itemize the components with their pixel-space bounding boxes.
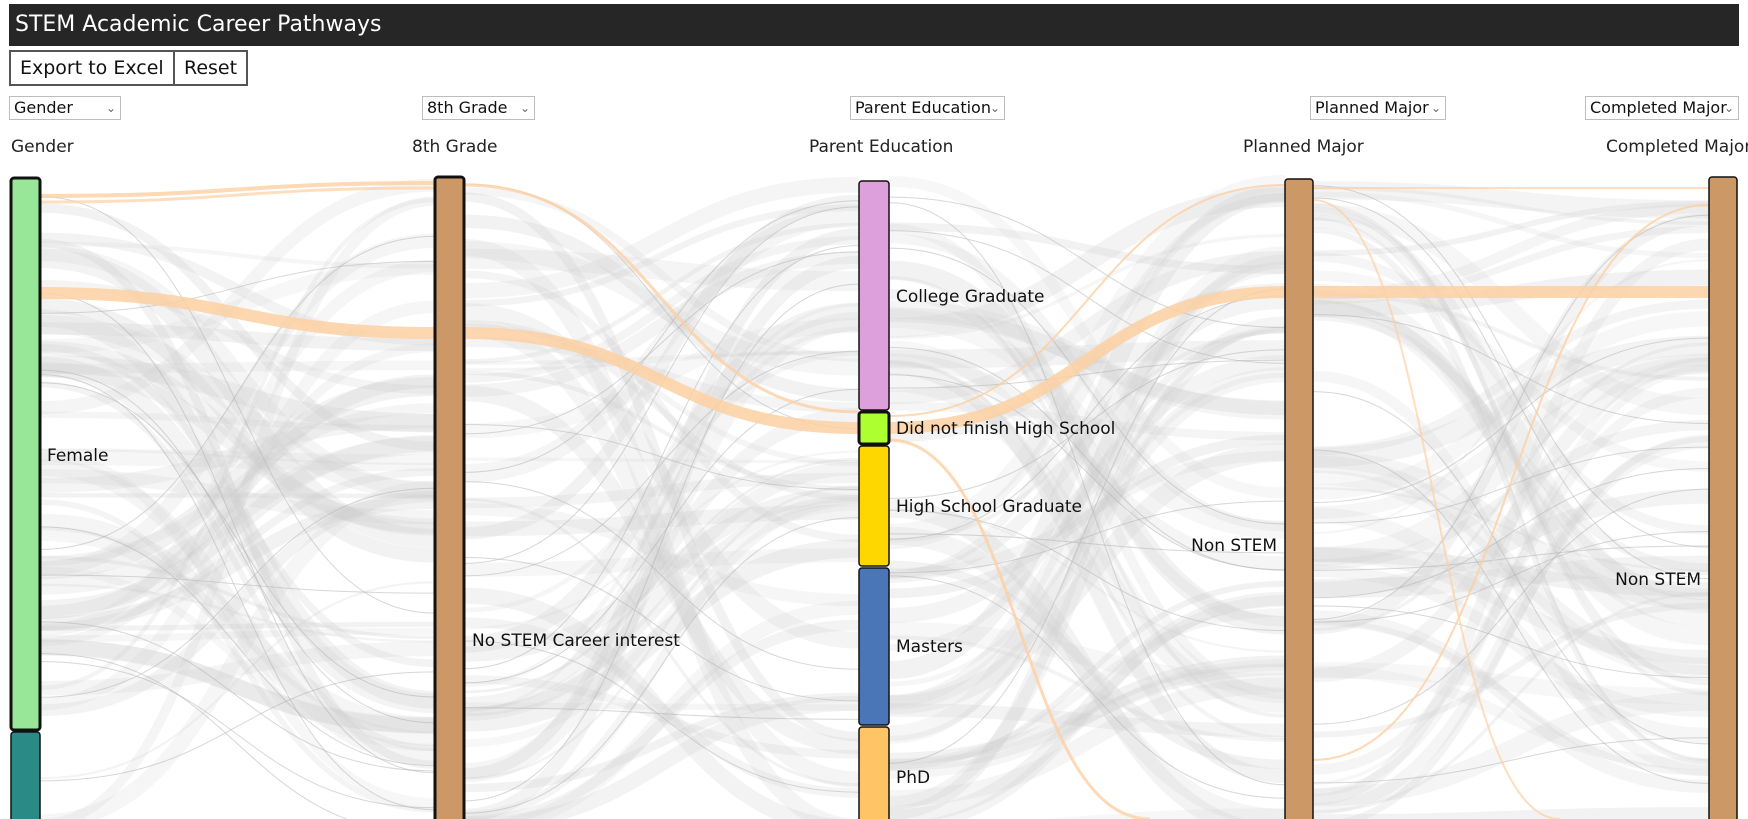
node-label: Female [47,446,108,466]
sankey-node[interactable] [9,176,42,732]
node-label: No STEM Career interest [472,631,680,651]
flow-link [1312,807,1710,819]
node-label: Masters [896,637,963,657]
sankey-node[interactable] [1708,176,1738,819]
node-label: Non STEM [1191,536,1277,556]
node-label: High School Graduate [896,497,1082,517]
sankey-node[interactable] [858,726,890,819]
node-label: Did not finish High School [896,419,1115,439]
sankey-node[interactable] [10,731,41,819]
sankey-node[interactable] [858,567,890,726]
node-label: College Graduate [896,287,1045,307]
sankey-node[interactable] [433,175,466,819]
sankey-node[interactable] [858,180,890,411]
sankey-chart: Female No STEM Career interest College Gra… [9,175,1738,819]
sankey-node[interactable] [857,410,891,446]
node-label: PhD [896,768,930,788]
node-label: Non STEM [1615,570,1701,590]
sankey-node[interactable] [858,445,890,567]
sankey-node[interactable] [1284,178,1314,819]
